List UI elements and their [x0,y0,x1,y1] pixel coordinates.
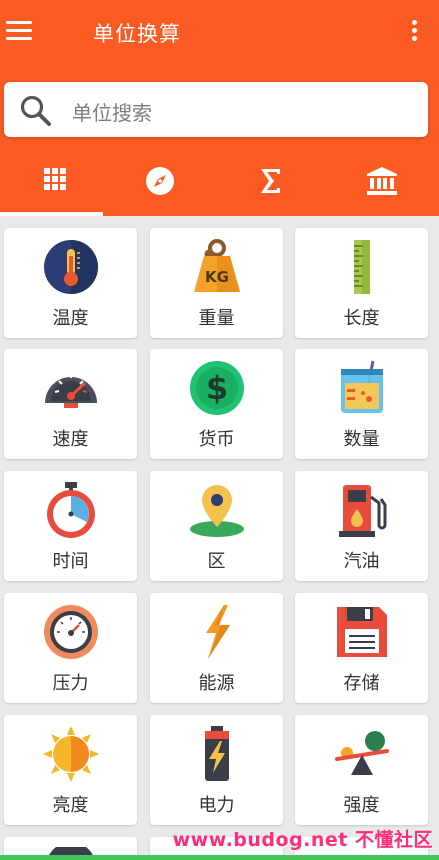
search-icon [20,95,51,126]
sun-icon [42,726,99,782]
pressure-gauge-icon [43,605,98,659]
active-tab-indicator [0,212,103,216]
app-header: 单位换算 单位搜索 [0,0,439,216]
thermometer-icon [43,240,98,294]
tab-sigma[interactable] [216,152,326,216]
fuel-pump-icon [338,485,386,537]
category-card-brightness[interactable]: 亮度 [4,715,137,825]
category-card-power[interactable]: 电力 [150,715,283,825]
bank-icon [367,167,397,195]
category-label: 强度 [343,795,380,816]
search-placeholder: 单位搜索 [72,101,152,125]
search-input[interactable]: 单位搜索 [4,82,428,137]
category-card-pressure[interactable]: 压力 [4,593,137,703]
tab-bank[interactable] [327,152,437,216]
category-card-speed[interactable]: 速度 [4,349,137,459]
category-label: 电力 [198,795,235,816]
category-label: 货币 [198,429,235,450]
menu-icon[interactable] [6,18,36,46]
watermark: www.budog.net 不懂社区 [172,829,433,851]
category-label: 长度 [343,308,380,329]
svg-text:$: $ [205,369,227,407]
category-label: 区 [207,551,226,572]
stopwatch-icon [46,482,95,538]
category-card-currency[interactable]: $ 货币 [150,349,283,459]
weight-kg-icon: KG [193,239,240,292]
category-label: 能源 [198,673,235,694]
category-label: 时间 [52,551,89,572]
more-options-icon[interactable] [409,20,419,46]
battery-icon [204,726,229,781]
category-label: 重量 [198,308,235,329]
category-label: 亮度 [52,795,89,816]
category-label: 温度 [52,308,89,329]
category-card-length[interactable]: 长度 [295,228,428,338]
grid-icon [44,168,66,190]
category-card-area[interactable]: 区 [150,471,283,581]
category-label: 存储 [343,673,380,694]
category-tabs [0,152,439,216]
dollar-icon: $ [189,361,244,415]
sigma-icon [261,169,280,193]
category-card-weight[interactable]: KG 重量 [150,228,283,338]
ruler-icon [353,240,370,294]
compass-icon [146,167,174,195]
category-card-storage[interactable]: 存储 [295,593,428,703]
category-card-strength[interactable]: 强度 [295,715,428,825]
category-card-fuel[interactable]: 汽油 [295,471,428,581]
bottom-bar [0,855,439,860]
category-card-energy[interactable]: 能源 [150,593,283,703]
app-title: 单位换算 [93,22,181,46]
category-card-quantity[interactable]: 数量 [295,349,428,459]
category-card-time[interactable]: 时间 [4,471,137,581]
category-label: 压力 [52,673,89,694]
floppy-disk-icon [336,607,387,657]
beaker-icon [340,360,383,413]
tab-compass[interactable] [105,152,215,216]
category-label: 数量 [343,429,380,450]
seesaw-icon [334,731,389,775]
map-pin-icon [189,485,244,537]
category-label: 速度 [52,429,89,450]
tab-grid[interactable] [0,152,110,216]
category-card-temperature[interactable]: 温度 [4,228,137,338]
category-label: 汽油 [343,551,380,572]
lightning-icon [205,605,230,659]
speedometer-icon [44,374,97,408]
svg-text:KG: KG [205,268,229,286]
